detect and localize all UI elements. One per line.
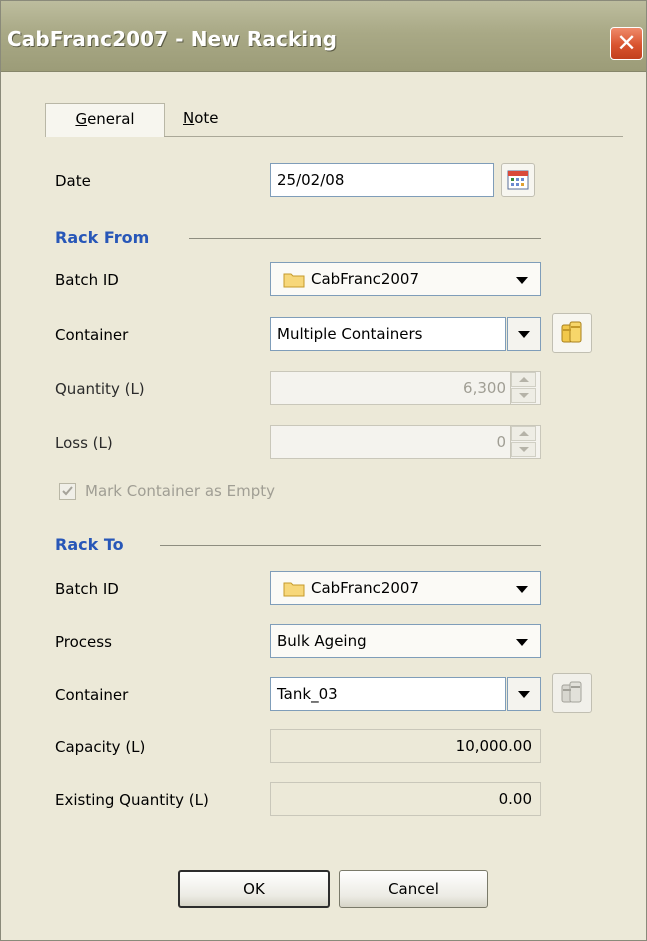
existing-quantity-label: Existing Quantity (L)	[55, 791, 209, 809]
from-batch-value: CabFranc2007	[311, 270, 420, 288]
rack-to-section-title: Rack To	[55, 535, 124, 554]
from-batch-select[interactable]: CabFranc2007	[270, 262, 541, 296]
folder-icon	[283, 582, 305, 597]
spin-down-icon[interactable]	[511, 388, 536, 403]
tab-general-mnemonic: G	[75, 110, 88, 128]
containers-icon	[561, 681, 582, 703]
existing-quantity-field: 0.00	[270, 782, 541, 816]
select-containers-button-disabled[interactable]	[552, 673, 592, 713]
calendar-icon	[507, 170, 529, 190]
quantity-spinner[interactable]	[510, 372, 536, 404]
from-container-label: Container	[55, 326, 129, 344]
title-bar[interactable]: CabFranc2007 - New Racking ✕	[1, 1, 646, 72]
window-title: CabFranc2007 - New Racking	[7, 27, 338, 51]
chevron-down-icon	[516, 586, 528, 593]
capacity-label: Capacity (L)	[55, 738, 146, 756]
process-select[interactable]: Bulk Ageing	[270, 624, 541, 658]
to-batch-select[interactable]: CabFranc2007	[270, 571, 541, 605]
chevron-down-icon	[516, 639, 528, 646]
rack-from-divider	[189, 238, 541, 239]
spin-up-icon[interactable]	[511, 426, 536, 441]
close-icon: ✕	[616, 29, 637, 57]
from-container-combo[interactable]: Multiple Containers	[270, 317, 506, 351]
tab-note-label: ote	[194, 109, 219, 127]
to-batch-label: Batch ID	[55, 580, 119, 598]
check-icon	[62, 486, 73, 496]
mark-empty-checkbox[interactable]	[59, 483, 76, 500]
containers-icon	[561, 321, 582, 343]
loss-label: Loss (L)	[55, 434, 113, 452]
cancel-button[interactable]: Cancel	[339, 870, 488, 908]
to-container-dropdown-button[interactable]	[507, 677, 541, 711]
spin-down-icon[interactable]	[511, 442, 536, 457]
folder-icon	[283, 273, 305, 288]
rack-to-divider	[160, 545, 541, 546]
ok-button[interactable]: OK	[178, 870, 330, 908]
tab-note[interactable]: Note	[173, 103, 229, 137]
to-container-combo[interactable]: Tank_03	[270, 677, 506, 711]
chevron-down-icon	[516, 277, 528, 284]
tab-general[interactable]: General	[45, 103, 165, 137]
capacity-field: 10,000.00	[270, 729, 541, 763]
quantity-field[interactable]: 6,300	[270, 371, 541, 405]
tab-general-label: eneral	[87, 110, 135, 128]
tab-divider	[164, 136, 623, 137]
close-button[interactable]: ✕	[610, 27, 643, 60]
new-racking-dialog: CabFranc2007 - New Racking ✕ General Not…	[0, 0, 647, 941]
select-containers-button[interactable]	[552, 313, 592, 353]
from-container-dropdown-button[interactable]	[507, 317, 541, 351]
calendar-button[interactable]	[501, 163, 535, 197]
rack-from-section-title: Rack From	[55, 228, 150, 247]
to-batch-value: CabFranc2007	[311, 579, 420, 597]
quantity-label: Quantity (L)	[55, 380, 145, 398]
to-container-label: Container	[55, 686, 129, 704]
process-value: Bulk Ageing	[277, 632, 367, 650]
chevron-down-icon	[518, 331, 530, 338]
spin-up-icon[interactable]	[511, 372, 536, 387]
chevron-down-icon	[518, 691, 530, 698]
date-field[interactable]: 25/02/08	[270, 163, 494, 197]
loss-field[interactable]: 0	[270, 425, 541, 459]
from-batch-label: Batch ID	[55, 271, 119, 289]
mark-empty-label: Mark Container as Empty	[85, 482, 275, 500]
loss-spinner[interactable]	[510, 426, 536, 458]
date-label: Date	[55, 172, 91, 190]
process-label: Process	[55, 633, 112, 651]
tab-note-mnemonic: N	[183, 109, 195, 127]
